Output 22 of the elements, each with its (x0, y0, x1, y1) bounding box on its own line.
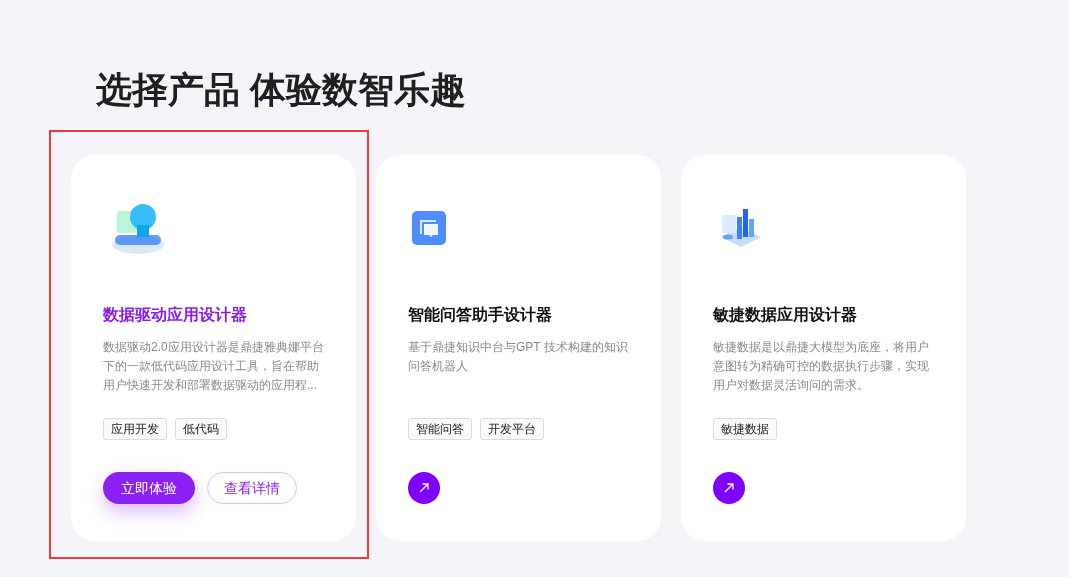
product-card[interactable]: 智能问答助手设计器 基于鼎捷知识中台与GPT 技术构建的知识问答机器人 智能问答 开发平台 (376, 155, 661, 541)
open-button[interactable] (713, 472, 745, 504)
tag: 应用开发 (103, 418, 167, 440)
chat-bubble-icon (412, 211, 446, 245)
card-title: 敏捷数据应用设计器 (713, 305, 857, 325)
tag: 智能问答 (408, 418, 472, 440)
card-description: 基于鼎捷知识中台与GPT 技术构建的知识问答机器人 (408, 339, 629, 375)
details-button[interactable]: 查看详情 (207, 472, 297, 504)
tag: 敏捷数据 (713, 418, 777, 440)
card-title: 数据驱动应用设计器 (103, 305, 247, 325)
tag: 低代码 (175, 418, 227, 440)
page-heading: 选择产品 体验数智乐趣 (96, 68, 466, 112)
product-card[interactable]: 敏捷数据应用设计器 敏捷数据是以鼎捷大模型为底座，将用户意图转为精确可控的数据执行步骤，实现用户对数据灵活询问的需求。 敏捷数据 (681, 155, 966, 541)
arrow-icon (419, 483, 429, 493)
arrow-icon (724, 483, 734, 493)
try-now-button[interactable]: 立即体验 (103, 472, 195, 504)
tag: 开发平台 (480, 418, 544, 440)
card-description: 数据驱动2.0应用设计器是鼎捷雅典娜平台下的一款低代码应用设计工具，旨在帮助用户快速开发和部署数据驱动的应用程... (103, 339, 324, 394)
open-button[interactable] (408, 472, 440, 504)
card-description: 敏捷数据是以鼎捷大模型为底座，将用户意图转为精确可控的数据执行步骤，实现用户对数据灵活询问的需求。 (713, 339, 930, 394)
card-title: 智能问答助手设计器 (408, 305, 552, 325)
product-card[interactable]: 数据驱动应用设计器 数据驱动2.0应用设计器是鼎捷雅典娜平台下的一款低代码应用设计工具，旨在帮助用户快速开发和部署数据驱动的应用程... 应用开发 低代码 立即体验 查看详情 (71, 155, 356, 541)
